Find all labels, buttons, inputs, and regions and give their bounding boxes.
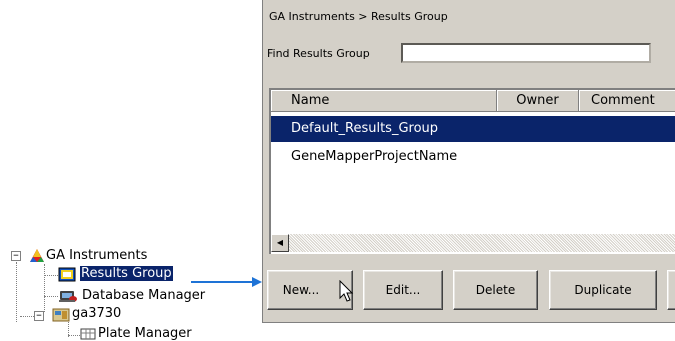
tree-item-database-manager[interactable]: Database Manager xyxy=(82,288,205,303)
results-group-panel: GA Instruments > Results Group Find Resu… xyxy=(262,0,675,323)
tree-connector xyxy=(44,264,45,312)
mouse-pointer-icon xyxy=(339,280,354,302)
tree-item-ga3730[interactable]: ga3730 xyxy=(72,306,121,321)
row-name: Default_Results_Group xyxy=(291,121,439,136)
tree-item-plate-manager[interactable]: Plate Manager xyxy=(98,326,192,341)
ga-instruments-icon xyxy=(30,249,44,262)
column-header-owner[interactable]: Owner xyxy=(497,90,579,112)
find-results-group-input[interactable] xyxy=(401,43,651,63)
delete-button[interactable]: Delete xyxy=(453,270,538,310)
edit-button[interactable]: Edit... xyxy=(363,270,443,310)
tree-collapse-toggle[interactable]: − xyxy=(11,251,21,261)
horizontal-scrollbar[interactable]: ◀ xyxy=(271,234,675,252)
tree-item-results-group[interactable]: Results Group xyxy=(79,265,174,282)
plate-manager-icon xyxy=(80,328,96,340)
instrument-icon xyxy=(52,308,70,322)
tree-connector xyxy=(20,316,34,317)
table-header: Name Owner Comment xyxy=(271,90,675,112)
next-button[interactable] xyxy=(667,270,675,310)
table-row[interactable]: Default_Results_Group xyxy=(271,116,675,142)
column-header-comment[interactable]: Comment xyxy=(579,90,675,112)
results-group-icon xyxy=(58,267,76,282)
tree-connector xyxy=(44,296,58,297)
tree-item-ga-instruments[interactable]: GA Instruments xyxy=(46,248,147,263)
tree-connector xyxy=(44,275,58,276)
results-group-table: Name Owner Comment Default_Results_Group… xyxy=(269,88,675,254)
database-manager-icon xyxy=(59,291,77,302)
row-name: GeneMapperProjectName xyxy=(291,149,458,164)
duplicate-button[interactable]: Duplicate xyxy=(549,270,657,310)
tree-connector xyxy=(68,335,80,336)
tree-connector xyxy=(16,262,17,322)
navigation-tree: − GA Instruments Results Group Database … xyxy=(0,0,260,341)
scroll-left-button[interactable]: ◀ xyxy=(271,234,289,252)
breadcrumb: GA Instruments > Results Group xyxy=(269,10,448,23)
table-row[interactable]: GeneMapperProjectName xyxy=(271,144,675,170)
tree-collapse-toggle[interactable]: − xyxy=(34,311,44,321)
find-results-group-label: Find Results Group xyxy=(267,47,370,60)
column-header-name[interactable]: Name xyxy=(271,90,497,112)
